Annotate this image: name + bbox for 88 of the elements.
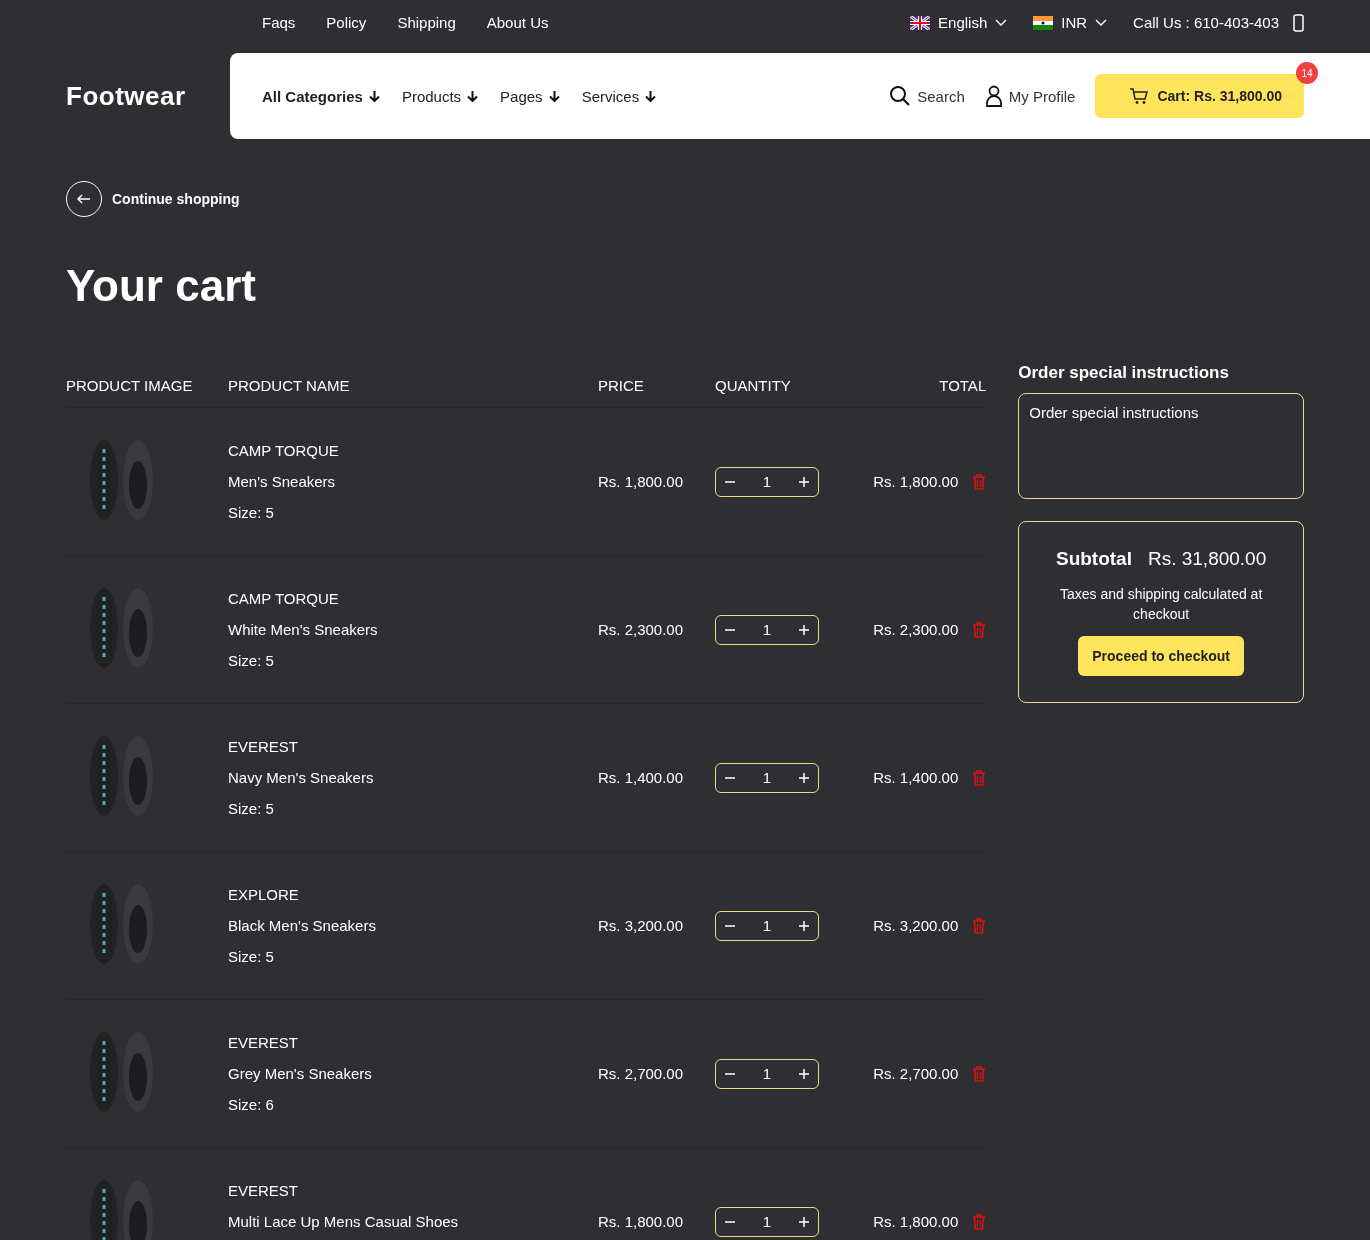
profile-link[interactable]: My Profile xyxy=(984,85,1076,107)
trash-icon[interactable] xyxy=(972,1213,987,1230)
top-link[interactable]: About Us xyxy=(486,14,549,31)
arrow-down-icon xyxy=(548,90,560,102)
subtotal-amount: Rs. 31,800.00 xyxy=(1147,548,1267,570)
nav-menu-item[interactable]: All Categories xyxy=(262,87,380,105)
logo[interactable]: Footwear xyxy=(0,80,230,112)
arrow-down-icon xyxy=(368,90,380,102)
product-name[interactable]: White Men's Sneakers xyxy=(228,621,598,638)
product-size: Size: 5 xyxy=(228,652,275,669)
product-price: Rs. 1,800.00 xyxy=(598,473,685,490)
product-size: Size: 5 xyxy=(228,504,275,521)
nav-menu-item[interactable]: Products xyxy=(401,87,479,105)
top-link[interactable]: Shipping xyxy=(397,14,456,31)
plus-icon xyxy=(798,1067,810,1080)
product-brand: CAMP TORQUE xyxy=(228,590,340,607)
trash-icon[interactable] xyxy=(972,621,987,638)
india-flag-icon xyxy=(1033,15,1054,30)
arrow-down-icon xyxy=(467,90,479,102)
chevron-down-icon xyxy=(1095,18,1108,27)
product-price: Rs. 3,200.00 xyxy=(598,917,685,934)
instructions-title: Order special instructions xyxy=(1018,363,1230,383)
line-total: Rs. 1,400.00 xyxy=(873,769,959,786)
currency-selector[interactable]: INR xyxy=(1033,14,1108,31)
column-header: PRICE xyxy=(598,376,645,394)
line-total: Rs. 1,800.00 xyxy=(873,473,959,490)
quantity-value[interactable]: 1 xyxy=(762,769,772,786)
phone-icon xyxy=(1293,13,1304,32)
cart-button[interactable]: Cart: Rs. 31,800.00 xyxy=(1095,74,1304,118)
arrow-down-icon xyxy=(645,90,657,102)
top-link[interactable]: Faqs xyxy=(262,14,296,31)
cart-count-badge: 14 xyxy=(1296,62,1318,84)
shipping-note: Taxes and shipping calculated at checkout xyxy=(1058,585,1264,624)
instructions-field[interactable]: Order special instructions xyxy=(1018,393,1304,499)
quantity-value[interactable]: 1 xyxy=(762,1065,772,1082)
product-brand: EVEREST xyxy=(228,1034,300,1051)
line-total: Rs. 2,700.00 xyxy=(873,1065,959,1082)
plus-icon xyxy=(798,475,810,488)
trash-icon[interactable] xyxy=(972,769,987,786)
product-name[interactable]: Grey Men's Sneakers xyxy=(228,1065,598,1082)
product-name[interactable]: Multi Lace Up Mens Casual Shoes xyxy=(228,1213,598,1230)
page-title: Your cart xyxy=(66,261,257,311)
phone-number[interactable]: Call Us : 610-403-403 xyxy=(1133,14,1279,31)
nav-menu-item[interactable]: Pages xyxy=(500,87,560,105)
plus-icon xyxy=(798,1215,810,1228)
product-size: Size: 5 xyxy=(228,948,275,965)
continue-shopping-link[interactable]: Continue shopping xyxy=(66,181,240,217)
product-brand: EXPLORE xyxy=(228,886,300,903)
cart-icon xyxy=(1129,87,1150,105)
column-header: PRODUCT NAME xyxy=(228,376,351,394)
column-header: TOTAL xyxy=(938,376,987,394)
trash-icon[interactable] xyxy=(972,917,987,934)
trash-icon[interactable] xyxy=(972,1065,987,1082)
checkout-button[interactable]: Proceed to checkout xyxy=(1078,636,1244,676)
quantity-value[interactable]: 1 xyxy=(762,1213,772,1230)
product-name[interactable]: Men's Sneakers xyxy=(228,473,598,490)
line-total: Rs. 1,800.00 xyxy=(873,1213,959,1230)
user-icon xyxy=(984,85,1003,107)
product-name[interactable]: Black Men's Sneakers xyxy=(228,917,598,934)
product-brand: EVEREST xyxy=(228,1182,300,1199)
product-size: Size: 5 xyxy=(228,800,275,817)
quantity-value[interactable]: 1 xyxy=(762,621,772,638)
product-price: Rs. 1,400.00 xyxy=(598,769,685,786)
product-brand: EVEREST xyxy=(228,738,300,755)
quantity-value[interactable]: 1 xyxy=(762,473,772,490)
column-header: PRODUCT IMAGE xyxy=(66,376,194,394)
nav-menu-item[interactable]: Services xyxy=(581,87,657,105)
product-price: Rs. 2,300.00 xyxy=(598,621,685,638)
top-link[interactable]: Policy xyxy=(326,14,367,31)
trash-icon[interactable] xyxy=(972,473,987,490)
product-size: Size: 6 xyxy=(228,1096,275,1113)
language-selector[interactable]: English xyxy=(910,14,1008,31)
search-link[interactable]: Search xyxy=(889,85,965,107)
product-price: Rs. 2,700.00 xyxy=(598,1065,685,1082)
line-total: Rs. 3,200.00 xyxy=(873,917,959,934)
quantity-value[interactable]: 1 xyxy=(762,917,772,934)
column-header: QUANTITY xyxy=(715,376,792,394)
plus-icon xyxy=(798,623,810,636)
product-brand: CAMP TORQUE xyxy=(228,442,340,459)
plus-icon xyxy=(798,771,810,784)
product-price: Rs. 1,800.00 xyxy=(598,1213,685,1230)
product-name[interactable]: Navy Men's Sneakers xyxy=(228,769,598,786)
subtotal-label: Subtotal xyxy=(1055,548,1132,570)
search-icon xyxy=(889,85,912,107)
plus-icon xyxy=(798,919,810,932)
chevron-down-icon xyxy=(995,18,1008,27)
uk-flag-icon xyxy=(910,15,931,30)
line-total: Rs. 2,300.00 xyxy=(873,621,959,638)
